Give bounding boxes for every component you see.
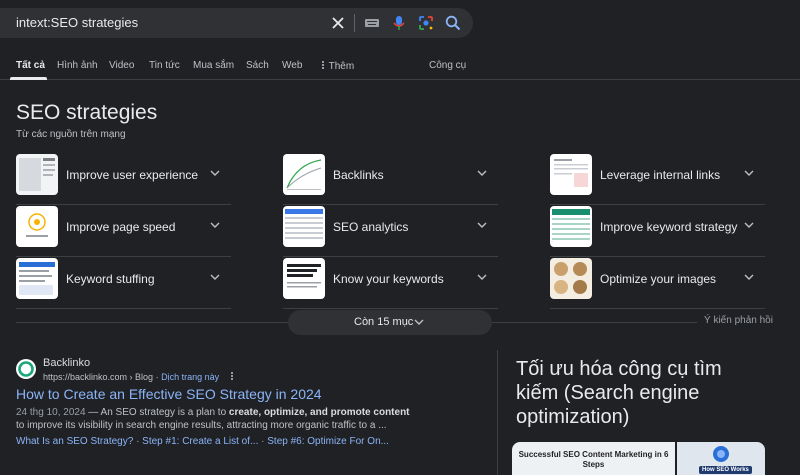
seo-item-thumbnail [550, 154, 592, 195]
tab-images[interactable]: Hình ảnh [57, 60, 98, 71]
more-vert-icon [322, 61, 324, 69]
result-snippet: 24 thg 10, 2024 — An SEO strategy is a p… [16, 406, 416, 432]
tools-button[interactable]: Công cụ [429, 60, 466, 71]
seo-item-thumbnail [550, 258, 592, 299]
seo-item-thumbnail [550, 206, 592, 247]
chevron-down-icon [414, 319, 424, 325]
site-favicon [16, 359, 36, 379]
seo-item-thumbnail [283, 206, 325, 247]
search-input[interactable]: intext:SEO strategies [16, 15, 138, 30]
seo-item[interactable]: Optimize your images [550, 257, 765, 309]
show-more-label: Còn 15 mục [354, 316, 414, 328]
seo-item[interactable]: SEO analytics [283, 205, 498, 257]
tab-shopping[interactable]: Mua sắm [193, 60, 234, 71]
chevron-down-icon [477, 222, 487, 228]
lens-icon[interactable] [417, 14, 435, 32]
chevron-down-icon [210, 222, 220, 228]
search-bar[interactable]: intext:SEO strategies [0, 8, 473, 38]
chevron-down-icon [744, 222, 754, 228]
more-vert-icon[interactable] [228, 371, 236, 381]
chevron-down-icon [210, 170, 220, 176]
result-url-path: https://backlinko.com › Blog [43, 372, 154, 382]
tab-web[interactable]: Web [282, 60, 302, 71]
seo-block-subtitle: Từ các nguồn trên mạng [16, 129, 126, 140]
knowledge-panel-title: Tối ưu hóa công cụ tìm kiếm (Search engi… [516, 358, 722, 428]
seo-block-title: SEO strategies [16, 101, 158, 124]
seo-item[interactable]: Improve keyword strategy [550, 205, 765, 257]
chevron-down-icon [477, 170, 487, 176]
sitelink[interactable]: Step #1: Create a List of... [142, 436, 258, 447]
show-more-button[interactable]: Còn 15 mục [288, 310, 492, 335]
chevron-down-icon [210, 274, 220, 280]
column-divider [497, 350, 498, 475]
sitelink[interactable]: What Is an SEO Strategy? [16, 436, 133, 447]
seo-item[interactable]: Improve page speed [16, 205, 231, 257]
sitelink[interactable]: Step #6: Optimize For On... [267, 436, 389, 447]
divider [492, 322, 697, 323]
search-tabs: Tất cả Hình ảnh Video Tin tức Mua sắm Sá… [0, 52, 800, 80]
divider [16, 322, 288, 323]
keyboard-icon[interactable] [363, 14, 381, 32]
seo-item[interactable]: Know your keywords [283, 257, 498, 309]
seo-item-thumbnail [16, 206, 58, 247]
seo-item-label: Know your keywords [333, 272, 444, 286]
tab-more-label: Thêm [328, 61, 355, 72]
tab-news[interactable]: Tin tức [149, 60, 180, 71]
search-icon[interactable] [444, 14, 462, 32]
tab-video[interactable]: Video [109, 60, 134, 71]
active-tab-indicator [10, 77, 47, 80]
seo-item[interactable]: Improve user experience [16, 153, 231, 205]
tab-all[interactable]: Tất cả [16, 60, 45, 71]
snippet-text: — An SEO strategy is a plan to [85, 407, 229, 418]
seo-item-label: Keyword stuffing [66, 272, 155, 286]
snippet-highlight: create, optimize, and promote content [228, 407, 410, 418]
knowledge-panel-image[interactable]: How SEO Works [677, 442, 765, 475]
feedback-link[interactable]: Ý kiến phản hồi [704, 315, 773, 326]
chevron-down-icon [744, 170, 754, 176]
seo-item-label: Improve user experience [66, 168, 199, 182]
seo-item[interactable]: Backlinks [283, 153, 498, 205]
seo-item-label: Backlinks [333, 168, 384, 182]
tab-more[interactable]: Thêm [320, 60, 354, 72]
result-title-link[interactable]: How to Create an Effective SEO Strategy … [16, 386, 322, 402]
translate-link[interactable]: Dịch trang này [161, 372, 219, 382]
close-icon[interactable] [329, 14, 347, 32]
tab-books[interactable]: Sách [246, 60, 269, 71]
chevron-down-icon [477, 274, 487, 280]
seo-item[interactable]: Leverage internal links [550, 153, 765, 205]
chevron-down-icon [744, 274, 754, 280]
result-sitelinks: What Is an SEO Strategy? · Step #1: Crea… [16, 436, 389, 447]
result-url: https://backlinko.com › Blog · Dịch tran… [43, 371, 236, 382]
image-caption: How SEO Works [699, 466, 752, 474]
knowledge-panel-image[interactable]: Successful SEO Content Marketing in 6 St… [512, 442, 675, 475]
microphone-icon[interactable] [390, 14, 408, 32]
seo-item[interactable]: Keyword stuffing [16, 257, 231, 309]
seo-item-thumbnail [283, 154, 325, 195]
seo-item-thumbnail [16, 154, 58, 195]
seo-item-label: Leverage internal links [600, 168, 721, 182]
seo-item-thumbnail [16, 258, 58, 299]
result-site-name[interactable]: Backlinko [43, 357, 90, 369]
search-separator [354, 14, 355, 32]
snippet-text: to improve its visibility in search engi… [16, 420, 387, 431]
image-caption: Successful SEO Content Marketing in 6 St… [518, 450, 669, 469]
seo-item-label: Improve page speed [66, 220, 176, 234]
result-date: 24 thg 10, 2024 [16, 407, 86, 418]
seo-item-label: Optimize your images [600, 272, 717, 286]
seo-item-thumbnail [283, 258, 325, 299]
seo-item-label: SEO analytics [333, 220, 409, 234]
seo-item-label: Improve keyword strategy [600, 220, 738, 234]
